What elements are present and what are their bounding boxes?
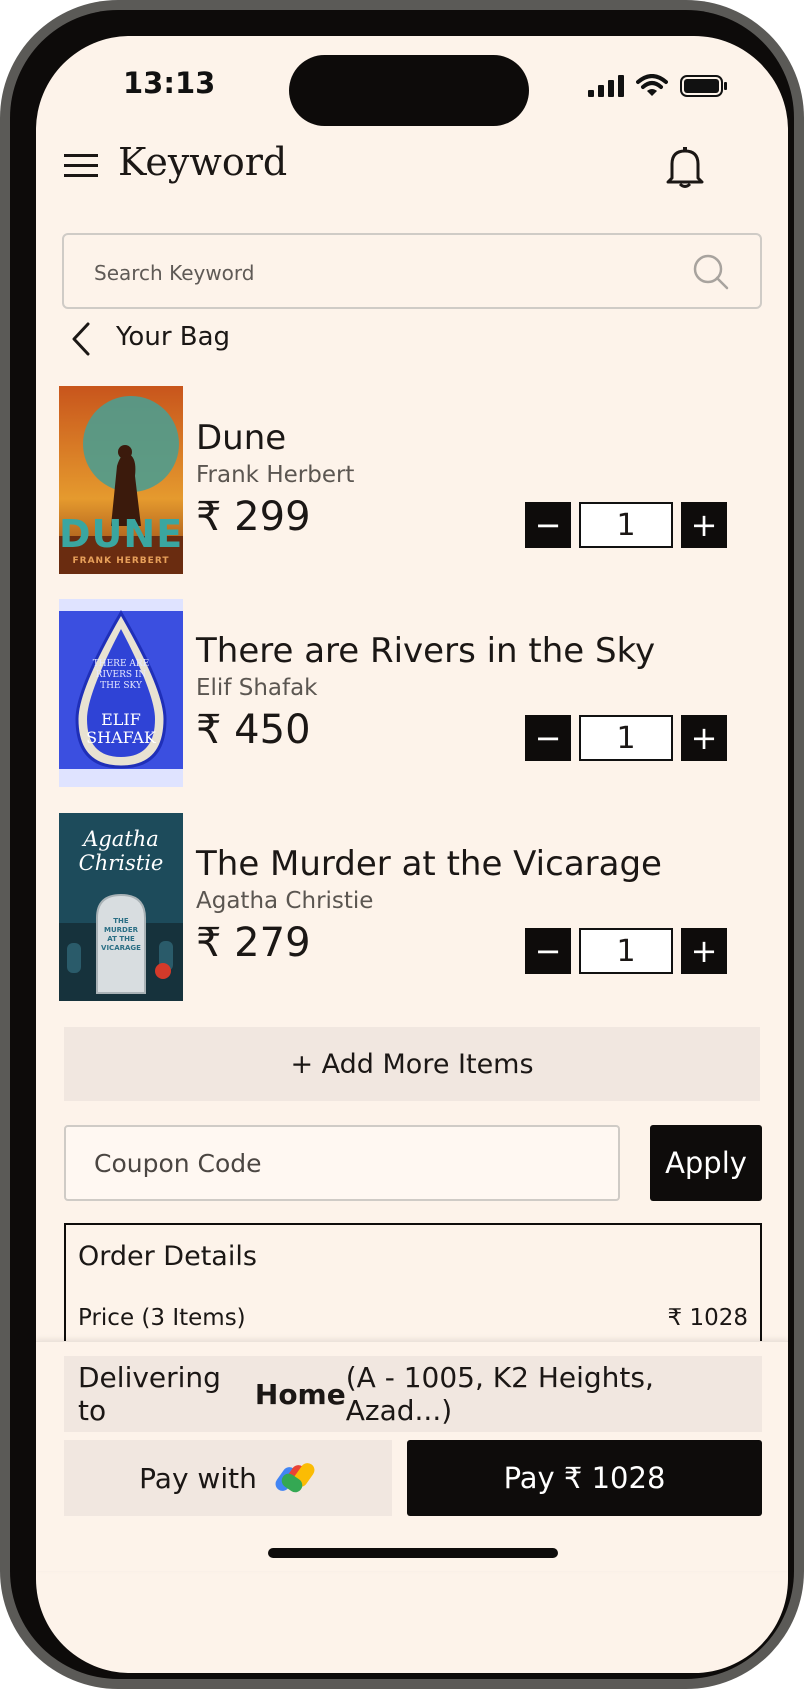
- search-icon[interactable]: [692, 253, 730, 291]
- quantity-stepper: − 1 +: [525, 502, 727, 548]
- phone-bezel: 13:13 Keyword Search Keyword Your Bag DU…: [10, 10, 794, 1679]
- decrease-qty-button[interactable]: −: [525, 502, 571, 548]
- status-icons: [588, 74, 728, 98]
- increase-qty-button[interactable]: +: [681, 928, 727, 974]
- increase-qty-button[interactable]: +: [681, 502, 727, 548]
- qty-value[interactable]: 1: [579, 715, 673, 761]
- cover-title-rivers: ELIF SHAFAK: [86, 710, 156, 747]
- cover-subtitle-rivers: THERE ARE RIVERS IN THE SKY: [92, 659, 150, 691]
- home-indicator: [268, 1548, 558, 1558]
- item-price: ₹ 279: [196, 920, 311, 966]
- item-title: The Murder at the Vicarage: [196, 844, 662, 884]
- add-more-items-button[interactable]: + Add More Items: [64, 1027, 760, 1101]
- order-price-label: Price (3 Items): [78, 1305, 246, 1331]
- hamburger-menu-icon[interactable]: [64, 152, 98, 180]
- pay-with-label: Pay with: [139, 1461, 257, 1495]
- pay-with-google-pay-button[interactable]: Pay with: [64, 1440, 392, 1516]
- item-title: There are Rivers in the Sky: [196, 631, 656, 671]
- cover-subtitle-vicarage: THE MURDER AT THE VICARAGE: [101, 917, 141, 952]
- search-input[interactable]: Search Keyword: [62, 233, 762, 309]
- delivery-place: Home: [254, 1377, 346, 1411]
- dynamic-island: [289, 55, 529, 126]
- status-time: 13:13: [123, 66, 216, 100]
- cover-title-vicarage: Agatha Christie: [78, 827, 164, 875]
- cellular-signal-icon: [588, 75, 624, 97]
- google-pay-icon: [275, 1463, 315, 1493]
- item-author: Frank Herbert: [196, 462, 355, 488]
- coupon-code-input[interactable]: Coupon Code: [64, 1125, 620, 1201]
- item-author: Elif Shafak: [196, 675, 318, 701]
- delivery-address: (A - 1005, K2 Heights, Azad...): [345, 1361, 654, 1427]
- book-cover-dune[interactable]: DUNE FRANK HERBERT: [59, 386, 183, 574]
- item-price: ₹ 450: [196, 707, 311, 753]
- chevron-left-icon[interactable]: [70, 322, 92, 356]
- book-cover-vicarage[interactable]: Agatha Christie THE MURDER AT THE VICARA…: [59, 813, 183, 1001]
- delivery-prefix: Delivering to: [78, 1361, 221, 1427]
- decrease-qty-button[interactable]: −: [525, 928, 571, 974]
- pay-now-button[interactable]: Pay ₹ 1028: [407, 1440, 762, 1516]
- cover-title-dune: DUNE: [59, 512, 183, 556]
- wifi-icon: [636, 74, 668, 96]
- bell-icon[interactable]: [666, 146, 704, 188]
- battery-icon: [680, 75, 727, 97]
- search-placeholder: Search Keyword: [94, 261, 255, 285]
- phone-frame: 13:13 Keyword Search Keyword Your Bag DU…: [0, 0, 804, 1689]
- book-cover-rivers[interactable]: THERE ARE RIVERS IN THE SKY ELIF SHAFAK: [59, 599, 183, 787]
- cover-author-dune: FRANK HERBERT: [72, 556, 170, 566]
- item-title: Dune: [196, 418, 287, 458]
- decrease-qty-button[interactable]: −: [525, 715, 571, 761]
- quantity-stepper: − 1 +: [525, 715, 727, 761]
- order-details-title: Order Details: [78, 1241, 257, 1272]
- quantity-stepper: − 1 +: [525, 928, 727, 974]
- item-price: ₹ 299: [196, 494, 311, 540]
- bag-title: Your Bag: [116, 322, 231, 352]
- order-price-value: ₹ 1028: [667, 1305, 748, 1331]
- delivery-address-selector[interactable]: Delivering to Home (A - 1005, K2 Heights…: [64, 1356, 762, 1432]
- apply-coupon-button[interactable]: Apply: [650, 1125, 762, 1201]
- qty-value[interactable]: 1: [579, 928, 673, 974]
- qty-value[interactable]: 1: [579, 502, 673, 548]
- coupon-placeholder: Coupon Code: [94, 1149, 262, 1178]
- app-title: Keyword: [118, 140, 288, 184]
- screen: 13:13 Keyword Search Keyword Your Bag DU…: [36, 36, 788, 1673]
- increase-qty-button[interactable]: +: [681, 715, 727, 761]
- item-author: Agatha Christie: [196, 888, 374, 914]
